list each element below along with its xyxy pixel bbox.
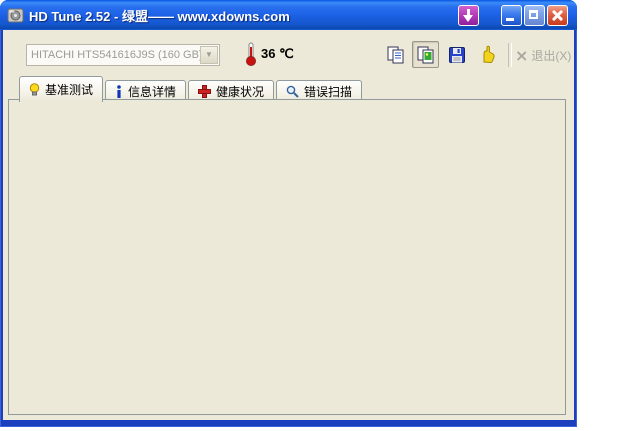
info-icon — [115, 85, 123, 98]
window-title: HD Tune 2.52 - 绿盟—— www.xdowns.com — [29, 8, 290, 24]
titlebar[interactable]: HD Tune 2.52 - 绿盟—— www.xdowns.com — [0, 0, 577, 30]
maximize-icon — [529, 10, 538, 19]
temperature-value: 36 ℃ — [261, 46, 294, 61]
tab-info-label: 信息详情 — [128, 85, 177, 99]
exit-button[interactable]: × 退出(X) — [515, 43, 571, 67]
magnifier-icon — [286, 85, 299, 98]
tab-benchmark[interactable]: 基准测试 — [19, 76, 104, 102]
toolbar-separator — [508, 43, 512, 67]
app-icon — [7, 8, 24, 22]
chevron-down-icon[interactable]: ▼ — [200, 46, 218, 64]
benchmark-page — [8, 99, 566, 415]
benchmark-icon — [29, 83, 40, 96]
hdtune-window: HD Tune 2.52 - 绿盟—— www.xdowns.com HITAC… — [0, 0, 577, 427]
screenshot-icon — [417, 46, 433, 63]
minimize-button[interactable] — [501, 5, 522, 26]
tab-benchmark-label: 基准测试 — [45, 83, 94, 97]
download-button[interactable] — [458, 5, 479, 26]
drive-select[interactable]: HITACHI HTS541616J9S (160 GB) ▼ — [26, 44, 220, 66]
tab-health-label: 健康状况 — [216, 85, 265, 99]
copy-text-button[interactable] — [382, 41, 409, 68]
exit-x-icon: × — [515, 45, 529, 65]
copy-icon — [387, 46, 403, 63]
minimize-icon — [506, 18, 514, 21]
drive-select-value: HITACHI HTS541616J9S (160 GB) — [31, 49, 200, 61]
save-icon — [448, 46, 465, 63]
screenshot-stage: HD Tune 2.52 - 绿盟—— www.xdowns.com HITAC… — [0, 0, 640, 431]
save-button[interactable] — [443, 41, 470, 68]
options-button[interactable] — [474, 41, 501, 68]
options-hand-icon — [483, 45, 495, 63]
health-cross-icon — [198, 85, 212, 98]
client-area: HITACHI HTS541616J9S (160 GB) ▼ 36 ℃ × 退… — [3, 30, 574, 420]
close-button[interactable] — [547, 5, 568, 26]
tab-error-scan-label: 错误扫描 — [304, 85, 353, 99]
exit-label: 退出(X) — [531, 48, 572, 63]
thermometer-icon — [246, 42, 256, 66]
copy-screenshot-button[interactable] — [412, 41, 439, 68]
maximize-button[interactable] — [524, 5, 545, 26]
